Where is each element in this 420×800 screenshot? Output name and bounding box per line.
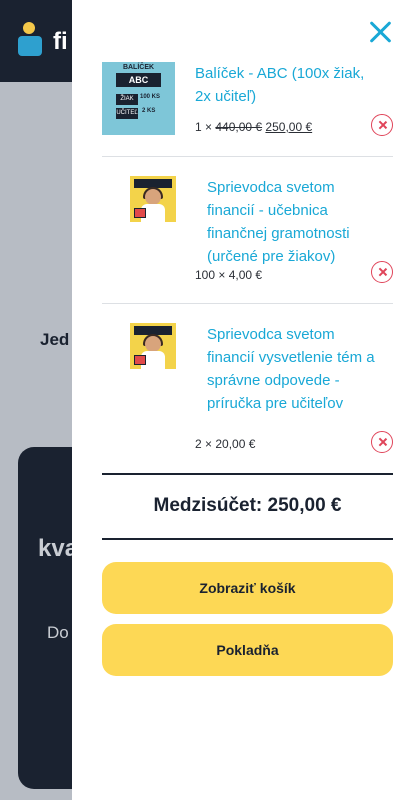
- cart-item: BALÍČEK ABC ŽIAK 100 KS UČITEĽ 2 KS Balí…: [102, 62, 393, 142]
- sale-price: 250,00 €: [265, 120, 313, 134]
- cart-item-title[interactable]: Sprievodca svetom financií - učebnica fi…: [207, 176, 382, 268]
- cart-item: Sprievodca svetom financií - učebnica fi…: [102, 176, 393, 286]
- background-card-subtitle: Do: [47, 623, 69, 642]
- cart-item-price: 1 × 440,00 € 250,00 €: [195, 120, 312, 134]
- mini-cart-drawer: BALÍČEK ABC ŽIAK 100 KS UČITEĽ 2 KS Balí…: [72, 0, 420, 800]
- divider: [102, 538, 393, 540]
- divider: [102, 156, 393, 157]
- product-thumbnail[interactable]: [130, 323, 176, 369]
- thumb-text: ABC: [116, 73, 161, 87]
- product-thumbnail[interactable]: [130, 176, 176, 222]
- cart-item-title[interactable]: Balíček - ABC (100x žiak, 2x učiteľ): [195, 62, 365, 108]
- checkout-button[interactable]: Pokladňa: [102, 624, 393, 676]
- old-price: 440,00 €: [215, 120, 263, 134]
- thumb-text: UČITEĽ: [116, 108, 138, 119]
- logo-text[interactable]: fi: [53, 28, 68, 56]
- close-icon[interactable]: [367, 18, 395, 46]
- cart-item-price: 100 × 4,00 €: [195, 268, 263, 282]
- remove-item-icon[interactable]: [371, 114, 393, 136]
- remove-item-icon[interactable]: [371, 431, 393, 453]
- cart-item-price: 2 × 20,00 €: [195, 437, 256, 451]
- thumb-text: BALÍČEK: [122, 64, 155, 71]
- subtotal: Medzisúčet: 250,00 €: [153, 495, 342, 516]
- cart-item-title[interactable]: Sprievodca svetom financií vysvetlenie t…: [207, 323, 382, 415]
- product-thumbnail[interactable]: BALÍČEK ABC ŽIAK 100 KS UČITEĽ 2 KS: [102, 62, 175, 135]
- background-text: Jed: [40, 330, 70, 349]
- logo-icon[interactable]: [18, 22, 44, 58]
- view-cart-button[interactable]: Zobraziť košík: [102, 562, 393, 614]
- thumb-text: ŽIAK: [116, 94, 138, 105]
- thumb-text: 100 KS: [140, 94, 161, 100]
- remove-item-icon[interactable]: [371, 261, 393, 283]
- qty-prefix: 1 ×: [195, 120, 213, 134]
- divider: [102, 303, 393, 304]
- thumb-text: 2 KS: [142, 108, 156, 114]
- divider: [102, 473, 393, 475]
- cart-item: Sprievodca svetom financií vysvetlenie t…: [102, 323, 393, 458]
